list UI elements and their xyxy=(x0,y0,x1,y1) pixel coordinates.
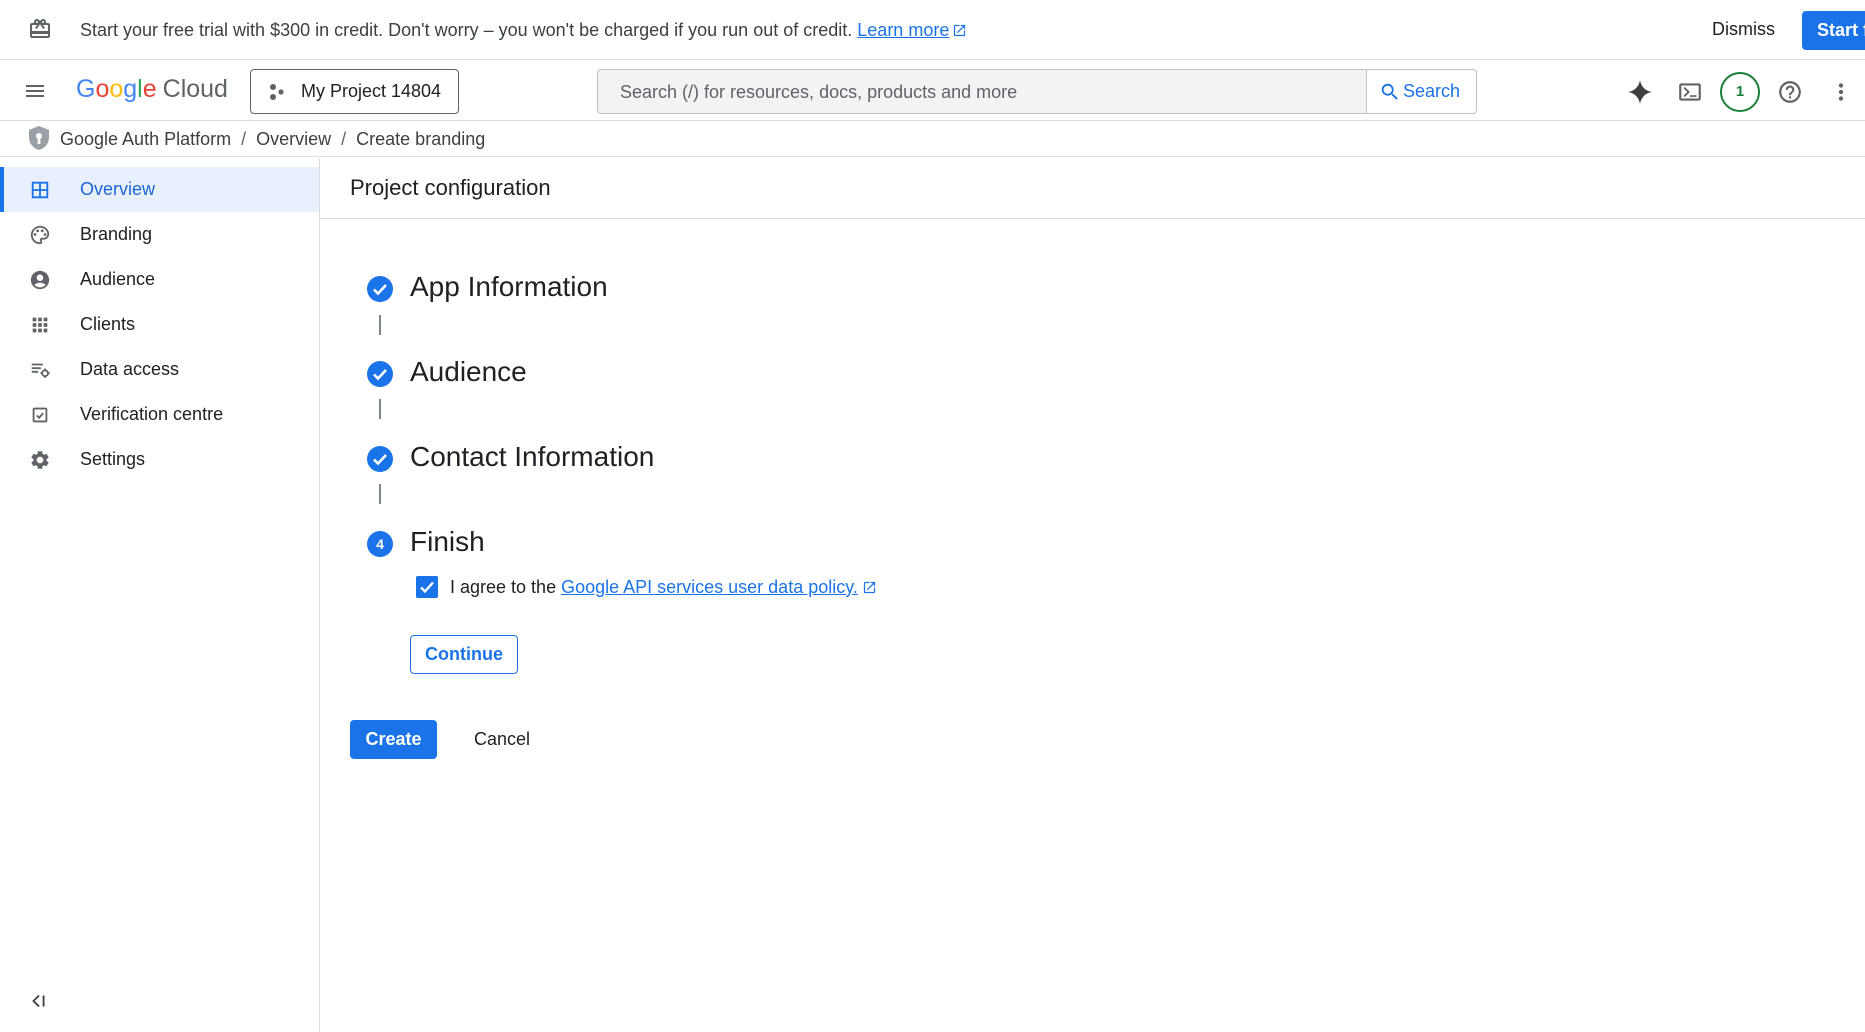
agree-checkbox[interactable] xyxy=(416,576,438,598)
agree-text: I agree to the xyxy=(450,576,557,597)
sidebar-item-label: Audience xyxy=(80,269,156,289)
learn-more-link[interactable]: Learn more xyxy=(857,20,949,40)
external-link-icon xyxy=(954,24,966,37)
sidebar-nav: Overview Branding Audience Clients Data … xyxy=(0,158,320,1032)
divider xyxy=(320,218,1865,219)
sidebar-item-label: Settings xyxy=(80,449,146,469)
breadcrumb: Google Auth Platform / Overview / Create bra… xyxy=(60,129,485,150)
sidebar-item-overview[interactable]: Overview xyxy=(0,167,319,212)
start-free-button[interactable]: Start free xyxy=(1802,11,1865,50)
sidebar-item-label: Clients xyxy=(80,314,136,334)
user-data-policy-link[interactable]: Google API services user data policy. xyxy=(561,577,858,598)
breadcrumb-item-current: Create branding xyxy=(356,129,486,149)
banner-message: Start your free trial with $300 in credi… xyxy=(80,20,967,41)
check-circle-icon xyxy=(367,276,393,302)
search-button[interactable]: Search xyxy=(1366,70,1476,113)
gift-icon xyxy=(30,18,50,38)
sidebar-item-label: Branding xyxy=(80,224,153,244)
palette-icon xyxy=(30,225,50,244)
dismiss-button[interactable]: Dismiss xyxy=(1712,19,1775,40)
step-label: App Information xyxy=(410,271,608,302)
breadcrumb-bar: Google Auth Platform / Overview / Create bra… xyxy=(0,122,1865,157)
google-cloud-logo[interactable]: Google Cloud xyxy=(76,75,228,104)
step-connector xyxy=(379,484,381,504)
create-button[interactable]: Create xyxy=(350,720,437,759)
cloud-shell-icon[interactable] xyxy=(1677,79,1703,105)
search-input[interactable]: Search (/) for resources, docs, products… xyxy=(620,82,1017,103)
apps-grid-icon xyxy=(32,317,48,332)
project-name: My Project 14804 xyxy=(301,81,442,101)
step-number-badge: 4 xyxy=(367,531,393,557)
step-connector xyxy=(379,315,381,335)
gemini-sparkle-icon[interactable] xyxy=(1627,79,1653,105)
dashboard-icon xyxy=(31,181,49,198)
breadcrumb-separator: / xyxy=(341,129,347,149)
menu-icon[interactable] xyxy=(22,79,48,103)
sidebar-item-label: Verification centre xyxy=(80,404,224,424)
cancel-button[interactable]: Cancel xyxy=(462,720,542,759)
sidebar-item-audience[interactable]: Audience xyxy=(0,257,319,302)
sidebar-item-settings[interactable]: Settings xyxy=(0,437,319,482)
data-settings-icon xyxy=(31,363,50,378)
project-picker[interactable]: My Project 14804 xyxy=(250,69,459,114)
breadcrumb-item[interactable]: Overview xyxy=(256,129,331,149)
sidebar-item-label: Overview xyxy=(80,179,156,199)
logo-cloud-text: Cloud xyxy=(162,75,228,103)
search-icon xyxy=(1381,83,1398,100)
external-link-icon xyxy=(863,581,876,593)
logo-letter: e xyxy=(142,75,157,103)
collapse-sidebar-icon[interactable] xyxy=(28,990,50,1012)
banner-text: Start your free trial with $300 in credi… xyxy=(80,20,853,40)
gear-icon xyxy=(31,450,49,469)
breadcrumb-item[interactable]: Google Auth Platform xyxy=(60,129,231,149)
logo-letter: o xyxy=(109,75,124,103)
sidebar-item-verification-centre[interactable]: Verification centre xyxy=(0,392,319,437)
continue-button[interactable]: Continue xyxy=(410,635,518,674)
policy-agreement: I agree to the Google API services user … xyxy=(416,576,877,598)
logo-letter: o xyxy=(95,75,110,103)
help-icon[interactable] xyxy=(1777,79,1803,105)
step-label: Contact Information xyxy=(410,441,655,472)
sidebar-item-clients[interactable]: Clients xyxy=(0,302,319,347)
more-vert-icon[interactable] xyxy=(1828,79,1854,105)
account-circle-icon xyxy=(30,270,50,289)
sidebar-item-label: Data access xyxy=(80,359,180,379)
sidebar-item-branding[interactable]: Branding xyxy=(0,212,319,257)
shield-icon xyxy=(29,126,49,150)
search-bar[interactable]: Search (/) for resources, docs, products… xyxy=(597,69,1477,114)
check-circle-icon xyxy=(367,446,393,472)
project-hub-icon xyxy=(270,83,284,100)
sidebar-item-data-access[interactable]: Data access xyxy=(0,347,319,392)
check-circle-icon xyxy=(367,361,393,387)
search-button-label: Search xyxy=(1403,81,1461,101)
main-content: Project configuration App Information Au… xyxy=(320,158,1865,1032)
free-trial-banner: Start your free trial with $300 in credi… xyxy=(0,0,1865,60)
page-title: Project configuration xyxy=(350,175,551,200)
breadcrumb-separator: / xyxy=(241,129,247,149)
notification-count-badge[interactable]: 1 xyxy=(1720,72,1760,112)
step-label: Finish xyxy=(410,526,485,557)
logo-letter: G xyxy=(76,75,96,103)
step-connector xyxy=(379,399,381,419)
verified-box-icon xyxy=(32,407,48,422)
step-label: Audience xyxy=(410,356,527,387)
top-app-bar: Google Cloud My Project 14804 Search (/) … xyxy=(0,61,1865,121)
logo-letter: g xyxy=(123,75,138,103)
